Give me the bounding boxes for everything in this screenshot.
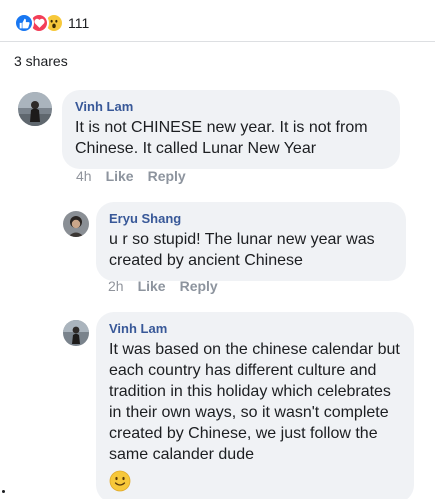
comment-text: It is not CHINESE new year. It is not fr…: [75, 119, 368, 157]
comment-author[interactable]: Vinh Lam: [75, 99, 387, 115]
reply-button[interactable]: Reply: [148, 168, 186, 184]
comment-bubble: Eryu Shang u r so stupid! The lunar new …: [96, 202, 406, 281]
avatar[interactable]: [63, 320, 89, 346]
shares-count[interactable]: 3 shares: [14, 53, 68, 69]
comment-actions: 2h Like Reply: [108, 278, 218, 294]
reactions-bar[interactable]: 111: [14, 12, 89, 34]
avatar[interactable]: [63, 211, 89, 237]
comment-actions: 4h Like Reply: [76, 168, 186, 184]
avatar[interactable]: [18, 92, 52, 126]
comment-author[interactable]: Vinh Lam: [109, 321, 401, 337]
comment-time[interactable]: 2h: [108, 278, 124, 294]
like-button[interactable]: Like: [138, 278, 166, 294]
comment-time[interactable]: 4h: [76, 168, 92, 184]
reaction-count[interactable]: 111: [68, 15, 89, 31]
comment-bubble: Vinh Lam It was based on the chinese cal…: [96, 312, 414, 499]
stray-dot: [2, 490, 5, 493]
like-button[interactable]: Like: [106, 168, 134, 184]
comment-text: u r so stupid! The lunar new year was cr…: [109, 231, 375, 269]
reply-button[interactable]: Reply: [180, 278, 218, 294]
comment-bubble: Vinh Lam It is not CHINESE new year. It …: [62, 90, 400, 169]
like-reaction-icon: [14, 13, 34, 33]
comment-text: It was based on the chinese calendar but…: [109, 341, 400, 463]
slightly-smiling-face-icon: [109, 470, 131, 497]
comment-author[interactable]: Eryu Shang: [109, 211, 393, 227]
divider: [0, 41, 435, 42]
